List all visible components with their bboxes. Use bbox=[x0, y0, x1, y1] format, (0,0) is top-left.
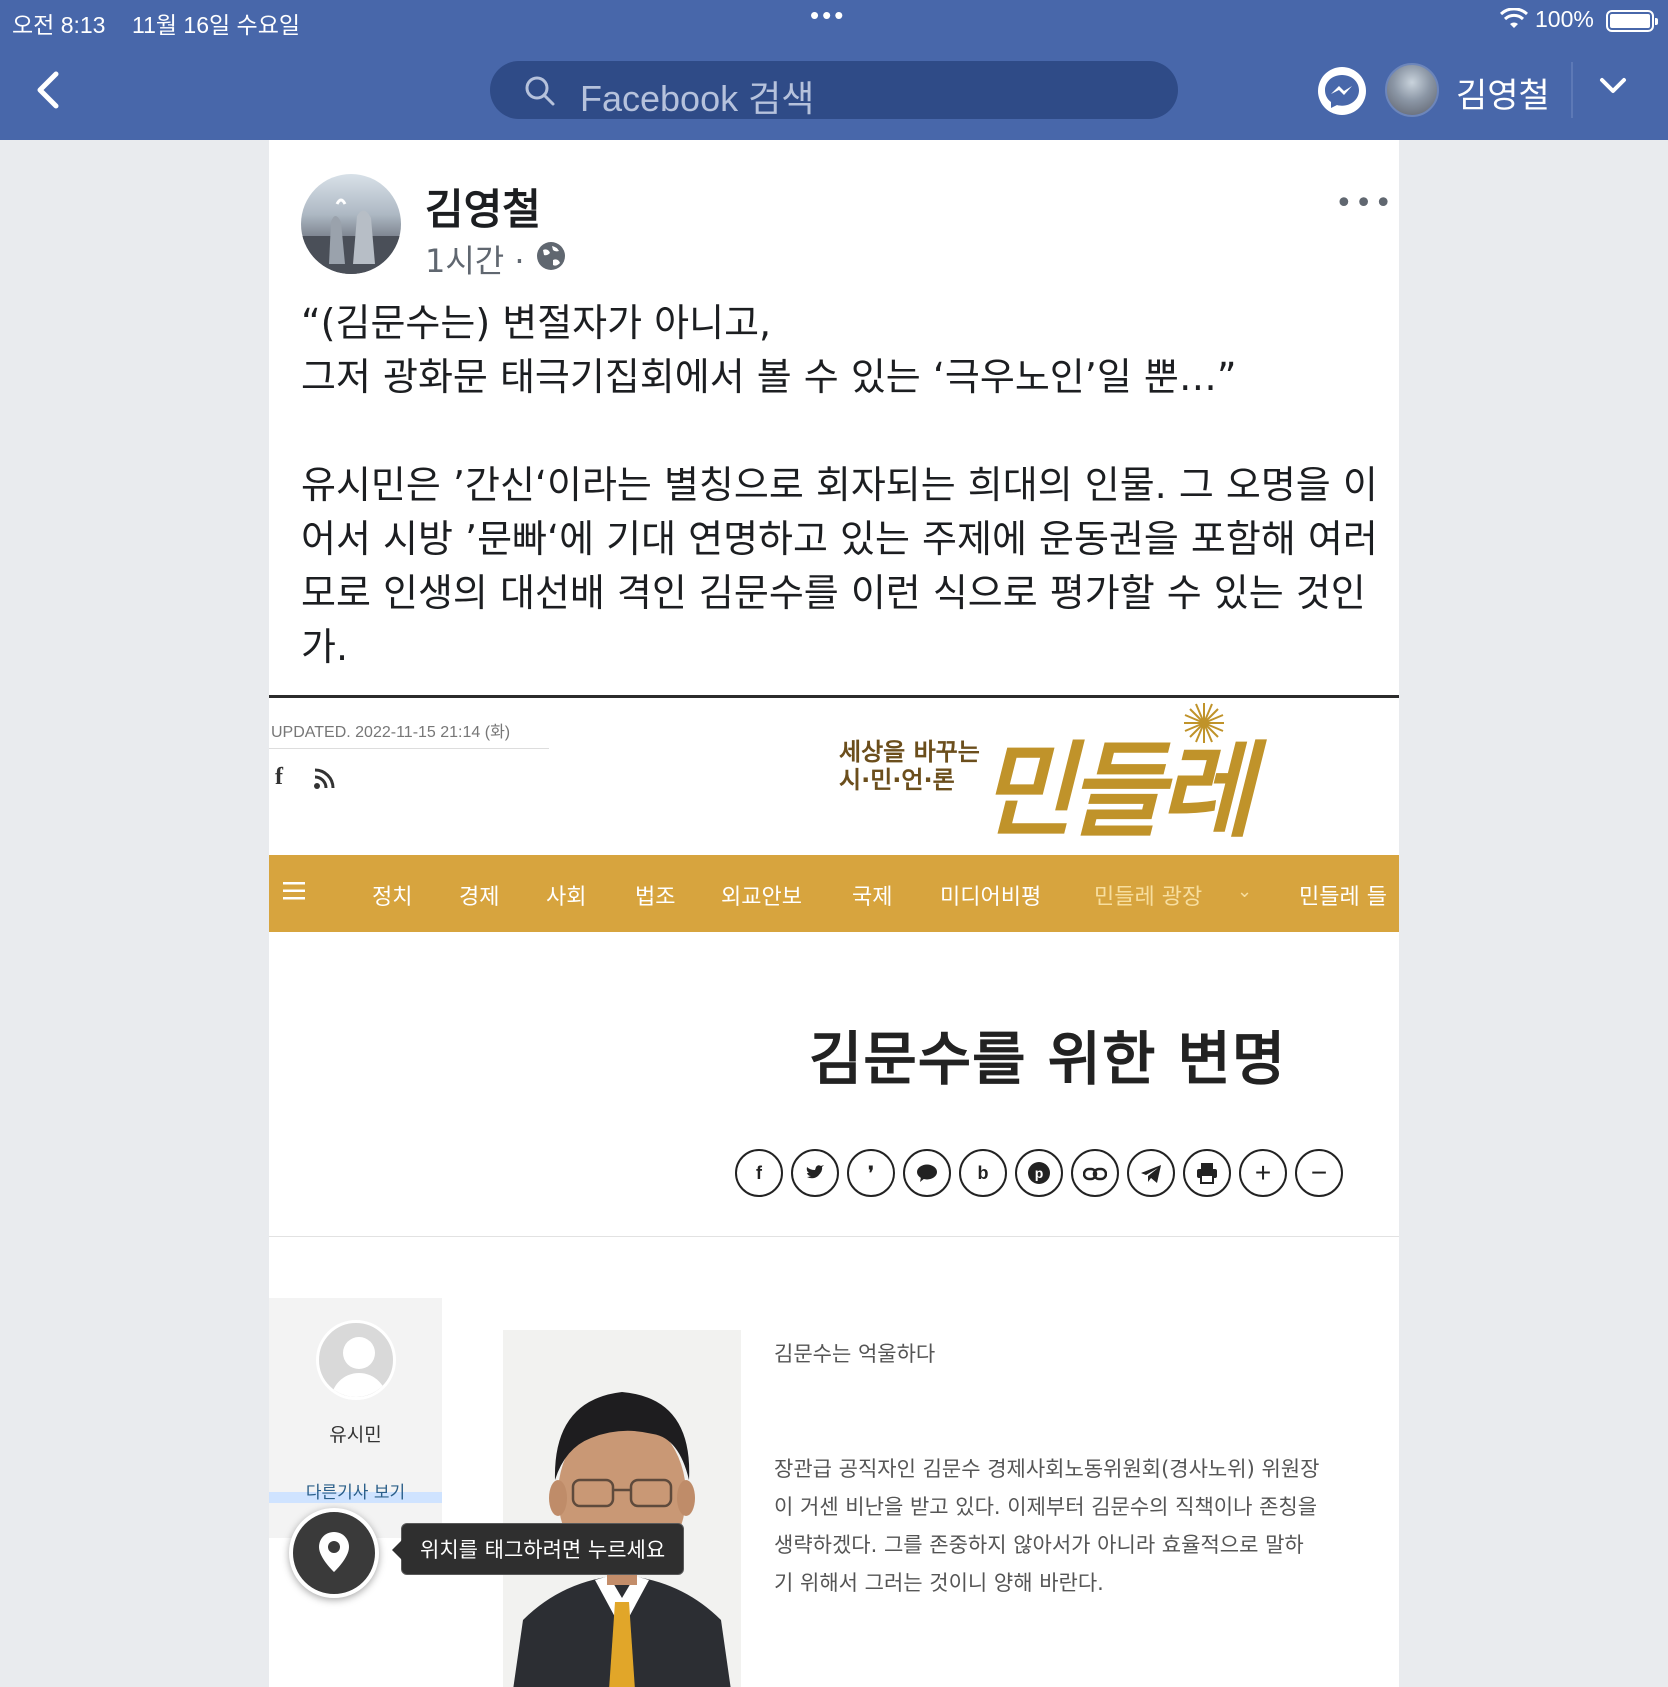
search-placeholder: Facebook 검색 bbox=[580, 78, 815, 119]
nav-item-society[interactable]: 사회 bbox=[546, 879, 586, 911]
back-chevron-icon[interactable] bbox=[30, 68, 70, 112]
status-date: 11월 16일 수요일 bbox=[132, 12, 301, 38]
divider bbox=[1571, 62, 1573, 118]
chevron-down-icon[interactable] bbox=[1598, 76, 1628, 96]
messenger-icon[interactable] bbox=[1318, 67, 1366, 115]
tagline-line-1: 세상을 바꾸는 bbox=[839, 738, 980, 766]
author-name: 유시민 bbox=[329, 1424, 382, 1446]
nav-item-economy[interactable]: 경제 bbox=[459, 879, 499, 911]
article-body: 장관급 공직자인 김문수 경제사회노동위원회(경사노위) 위원장 이 거센 비난… bbox=[774, 1450, 1364, 1602]
divider bbox=[269, 1236, 1399, 1237]
wifi-icon bbox=[1500, 8, 1528, 28]
kakaostory-icon[interactable]: ❜ bbox=[847, 1149, 895, 1197]
author-box: 유시민 다른기사 보기 bbox=[269, 1298, 442, 1538]
location-pin-icon bbox=[319, 1532, 349, 1572]
pinterest-icon[interactable]: p bbox=[1015, 1149, 1063, 1197]
site-nav: 정치 경제 사회 법조 외교안보 국제 미디어비평 민들레 광장 ⌄ 민들레 들 bbox=[269, 855, 1399, 932]
kakaotalk-icon[interactable] bbox=[903, 1149, 951, 1197]
post-author-avatar[interactable] bbox=[301, 174, 401, 274]
nav-item-diplomacy[interactable]: 외교안보 bbox=[721, 879, 802, 911]
article-line: 이 거센 비난을 받고 있다. 이제부터 김문수의 직책이나 존칭을 bbox=[774, 1495, 1318, 1519]
post-timestamp[interactable]: 1시간 · bbox=[425, 236, 525, 282]
svg-text:p: p bbox=[1035, 1165, 1044, 1181]
print-icon[interactable] bbox=[1183, 1149, 1231, 1197]
rss-icon bbox=[314, 768, 335, 789]
location-pin-button[interactable] bbox=[289, 1508, 379, 1598]
search-icon bbox=[525, 76, 555, 106]
nav-item-international[interactable]: 국제 bbox=[852, 879, 892, 911]
article-line: 기 위해서 그러는 것이니 양해 바란다. bbox=[774, 1571, 1104, 1595]
updated-timestamp: UPDATED. 2022-11-15 21:14 (화) bbox=[271, 724, 511, 741]
facebook-icon: f bbox=[275, 764, 283, 790]
user-placeholder-icon bbox=[316, 1320, 396, 1400]
profile-avatar[interactable] bbox=[1385, 63, 1439, 117]
facebook-icon[interactable]: f bbox=[735, 1149, 783, 1197]
status-time: 오전 8:13 bbox=[12, 12, 106, 38]
post-card: 김영철 1시간 · ••• “(김문수는) 변절자가 아니고, 그저 광화문 태… bbox=[269, 140, 1399, 1687]
font-minus-icon[interactable]: − bbox=[1295, 1149, 1343, 1197]
article-title: 김문수를 위한 변명 bbox=[809, 1025, 1287, 1093]
nav-item-politics[interactable]: 정치 bbox=[372, 879, 412, 911]
post-body: “(김문수는) 변절자가 아니고, 그저 광화문 태극기집회에서 볼 수 있는 … bbox=[301, 296, 1381, 674]
globe-icon bbox=[537, 242, 565, 270]
nav-item-media[interactable]: 미디어비평 bbox=[940, 879, 1041, 911]
site-tagline: 세상을 바꾸는 시·민·언·론 bbox=[839, 738, 980, 794]
band-icon[interactable]: b bbox=[959, 1149, 1007, 1197]
divider bbox=[269, 748, 549, 749]
battery-icon bbox=[1606, 10, 1658, 32]
dandelion-icon bbox=[1184, 703, 1224, 743]
author-photo bbox=[503, 1330, 741, 1687]
battery-percent: 100% bbox=[1535, 6, 1594, 32]
tagline-line-2: 시·민·언·론 bbox=[839, 766, 955, 794]
menu-icon[interactable] bbox=[283, 881, 307, 901]
status-bar: 오전 8:13 11월 16일 수요일 ••• 100% bbox=[0, 0, 1668, 38]
article-line: 생략하겠다. 그를 존중하지 않아서가 아니라 효율적으로 말하 bbox=[774, 1533, 1304, 1557]
multitask-dots-icon[interactable]: ••• bbox=[810, 0, 846, 31]
post-paragraph: 유시민은 ’간신‘이라는 별칭으로 회자되는 희대의 인물. 그 오명을 이어서… bbox=[301, 463, 1378, 669]
app-header: 오전 8:13 11월 16일 수요일 ••• 100% Facebook 검색… bbox=[0, 0, 1668, 140]
article-lead: 김문수는 억울하다 bbox=[774, 1342, 936, 1366]
telegram-icon[interactable] bbox=[1127, 1149, 1175, 1197]
more-options-icon[interactable]: ••• bbox=[1335, 186, 1394, 221]
twitter-icon[interactable] bbox=[791, 1149, 839, 1197]
nav-item-more[interactable]: 민들레 들 bbox=[1299, 879, 1387, 911]
nav-item-law[interactable]: 법조 bbox=[635, 879, 675, 911]
post-time-text: 1시간 bbox=[425, 242, 505, 280]
author-more-link[interactable]: 다른기사 보기 bbox=[269, 1478, 442, 1503]
post-author-name[interactable]: 김영철 bbox=[425, 176, 541, 237]
article-line: 장관급 공직자인 김문수 경제사회노동위원회(경사노위) 위원장 bbox=[774, 1457, 1320, 1481]
location-tooltip: 위치를 태그하려면 누르세요 bbox=[391, 1523, 685, 1575]
link-icon[interactable] bbox=[1071, 1149, 1119, 1197]
nav-item-square[interactable]: 민들레 광장 bbox=[1094, 879, 1202, 911]
font-plus-icon[interactable]: + bbox=[1239, 1149, 1287, 1197]
embedded-article-image[interactable]: UPDATED. 2022-11-15 21:14 (화) f 세상을 바꾸는 … bbox=[269, 695, 1399, 1687]
search-input[interactable]: Facebook 검색 bbox=[490, 61, 1178, 119]
post-quote: “(김문수는) 변절자가 아니고, 그저 광화문 태극기집회에서 볼 수 있는 … bbox=[301, 301, 1237, 399]
chevron-down-icon[interactable]: ⌄ bbox=[1237, 881, 1252, 902]
time-separator: · bbox=[514, 242, 525, 280]
profile-name[interactable]: 김영철 bbox=[1456, 68, 1550, 117]
